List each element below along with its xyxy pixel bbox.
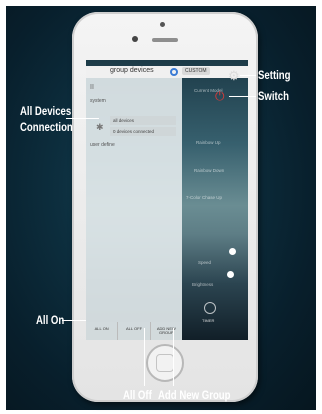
- callout-line-add-group: [173, 328, 174, 386]
- connection-all-devices[interactable]: all devices: [110, 116, 176, 125]
- top-bar-title: group devices: [110, 67, 154, 74]
- system-label: system: [90, 98, 106, 104]
- callout-setting: Setting: [258, 68, 291, 82]
- timer-label: TIMER: [202, 318, 215, 323]
- bg-label-rainbow-up: Rainbow Up: [196, 140, 221, 145]
- callout-line-setting: [240, 75, 256, 76]
- callout-all-devices: All Devices: [20, 104, 72, 118]
- add-new-group-button[interactable]: ADD NEW GROUP: [151, 322, 182, 340]
- gear-icon[interactable]: ⚙: [228, 68, 240, 84]
- earpiece-speaker: [152, 38, 178, 42]
- top-bar: group devices CUSTOM: [86, 66, 248, 78]
- custom-tab[interactable]: CUSTOM: [182, 67, 210, 75]
- callout-line-connection: [66, 118, 99, 119]
- bluetooth-icon: ✱: [96, 122, 104, 132]
- callout-connection: Connection: [20, 120, 73, 134]
- callout-add-new-group: Add New Group: [158, 388, 231, 402]
- all-on-button[interactable]: ALL ON: [86, 322, 119, 340]
- callout-line-all-off: [144, 328, 145, 386]
- status-circle-icon[interactable]: [170, 68, 178, 76]
- bottom-bar: ALL ON ALL OFF ADD NEW GROUP: [86, 322, 182, 340]
- callout-line-all-on: [62, 320, 86, 321]
- home-button-square: [156, 354, 174, 372]
- bg-label-rainbow-down: Rainbow Down: [194, 168, 225, 173]
- pause-icon[interactable]: II: [90, 84, 94, 91]
- bg-label-chase: 7-Color Chase Up: [186, 195, 223, 200]
- power-icon[interactable]: ⏻: [215, 89, 225, 104]
- bg-label-speed: Speed: [198, 260, 212, 265]
- all-off-button[interactable]: ALL OFF: [118, 322, 151, 340]
- connection-status[interactable]: 0 devices connected: [110, 127, 176, 136]
- side-drawer: II system ✱ all devices 0 devices connec…: [86, 78, 182, 340]
- callout-all-on: All On: [36, 313, 65, 327]
- callout-line-switch: [229, 96, 256, 97]
- user-define-label: user define: [90, 142, 115, 148]
- home-button[interactable]: [146, 344, 184, 382]
- slider-knob-speed[interactable]: [229, 248, 236, 255]
- bg-label-brightness: Brightness: [192, 282, 214, 287]
- sensor: [132, 36, 138, 42]
- callout-switch: Switch: [258, 89, 289, 103]
- front-camera: [160, 22, 165, 27]
- timer-icon[interactable]: [204, 302, 216, 314]
- callout-all-off: All Off: [123, 388, 152, 402]
- slider-knob-brightness[interactable]: [227, 271, 234, 278]
